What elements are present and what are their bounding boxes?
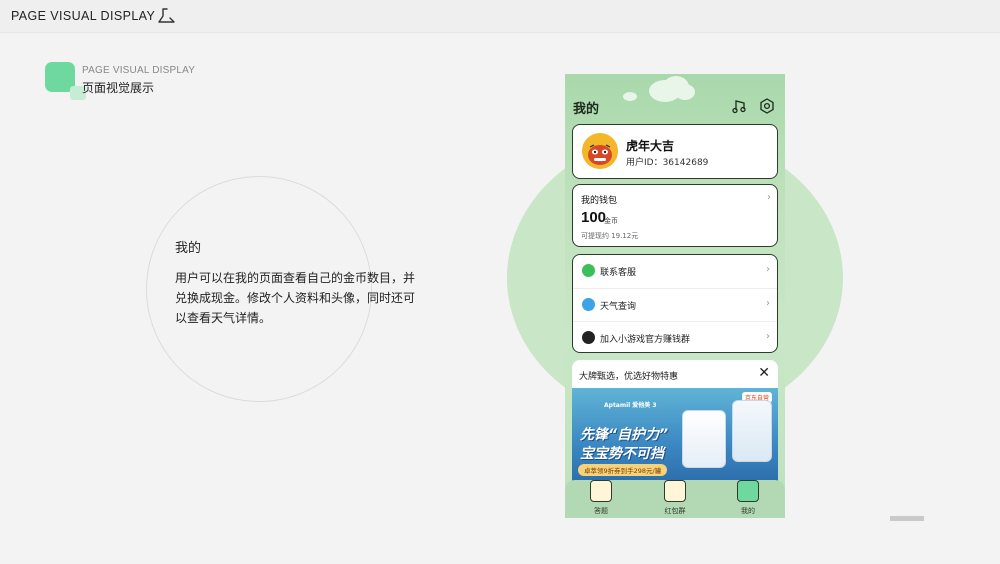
menu-item-weather[interactable]: 天气查询 ›	[573, 288, 777, 321]
product-can	[682, 410, 726, 468]
product-can	[732, 400, 772, 462]
menu-item-label: 联系客服	[600, 268, 637, 278]
quiz-icon	[590, 480, 612, 502]
description-title: 我的	[175, 241, 202, 256]
chevron-right-icon: ›	[767, 192, 771, 203]
ad-card[interactable]: 大牌甄选，优选好物特惠 ✕ Aptamil 爱他美 3 京东自营 先锋“自护力”…	[572, 360, 778, 488]
qq-penguin-icon	[582, 331, 595, 344]
description-body: 用户可以在我的页面查看自己的金币数目，并兑换成现金。修改个人资料和头像，同时还可…	[175, 271, 416, 325]
wallet-title: 我的钱包	[581, 196, 618, 206]
wallet-amount: 100	[581, 209, 607, 226]
wallet-unit: 金币	[604, 217, 618, 225]
section-title-cn: 页面视觉展示	[82, 81, 155, 95]
wallet-card[interactable]: 我的钱包 › 100 金币 可提现约 19.12元	[572, 184, 778, 247]
tab-label: 红包群	[664, 507, 686, 515]
profile-card[interactable]: 虎年大吉 用户ID：36142689	[572, 124, 778, 179]
footer-dash	[890, 516, 924, 521]
avatar[interactable]	[582, 133, 618, 169]
tiger-avatar-icon	[582, 133, 618, 169]
hanger-icon	[158, 8, 175, 23]
settings-icon[interactable]	[759, 98, 775, 114]
wallet-cash: 可提现约 19.12元	[581, 232, 639, 240]
tab-label: 答题	[594, 507, 608, 515]
page-title: 我的	[573, 102, 600, 117]
calendar-list-icon	[664, 480, 686, 502]
chevron-right-icon: ›	[766, 298, 770, 309]
tab-mine[interactable]: 我的	[718, 480, 778, 518]
ad-promo: 卓萃领9折券到手298元/罐	[578, 464, 668, 476]
cloud	[675, 84, 695, 100]
top-bar-title: PAGE VISUAL DISPLAY	[11, 9, 156, 23]
ad-banner[interactable]: Aptamil 爱他美 3 京东自营 先锋“自护力” 宝宝势不可挡 卓萃领9折券…	[572, 388, 778, 488]
wechat-icon	[582, 264, 595, 277]
profile-uid: 用户ID：36142689	[626, 158, 709, 168]
ad-slogan: 先锋“自护力”	[580, 427, 669, 443]
close-icon[interactable]: ✕	[758, 365, 770, 381]
tab-quiz[interactable]: 答题	[571, 480, 631, 518]
top-bar: PAGE VISUAL DISPLAY	[0, 0, 1000, 33]
cloud	[623, 92, 637, 101]
tab-bar: 答题 红包群 我的	[565, 480, 785, 518]
profile-name: 虎年大吉	[626, 139, 675, 153]
menu-item-label: 加入小游戏官方赚钱群	[600, 335, 691, 345]
menu-card: 联系客服 › 天气查询 › 加入小游戏官方赚钱群 ›	[572, 254, 778, 353]
phone-mockup: 我的 虎年大吉 用户ID：36142689 我的钱包 › 100 金币 可提现约…	[565, 74, 785, 518]
music-note-icon[interactable]	[731, 98, 747, 114]
ad-heading: 大牌甄选，优选好物特惠	[579, 372, 679, 382]
wallet-icon	[737, 480, 759, 502]
tab-redpacket-group[interactable]: 红包群	[645, 480, 705, 518]
menu-item-label: 天气查询	[600, 302, 637, 312]
menu-item-contact[interactable]: 联系客服 ›	[573, 255, 777, 288]
ad-slogan: 宝宝势不可挡	[580, 446, 664, 462]
chevron-right-icon: ›	[766, 331, 770, 342]
menu-item-join-group[interactable]: 加入小游戏官方赚钱群 ›	[573, 321, 777, 354]
ad-brand: Aptamil 爱他美 3	[604, 402, 657, 409]
tab-label: 我的	[741, 507, 755, 515]
chevron-right-icon: ›	[766, 264, 770, 275]
weather-cloud-icon	[582, 298, 595, 311]
section-title-en: PAGE VISUAL DISPLAY	[82, 65, 196, 76]
